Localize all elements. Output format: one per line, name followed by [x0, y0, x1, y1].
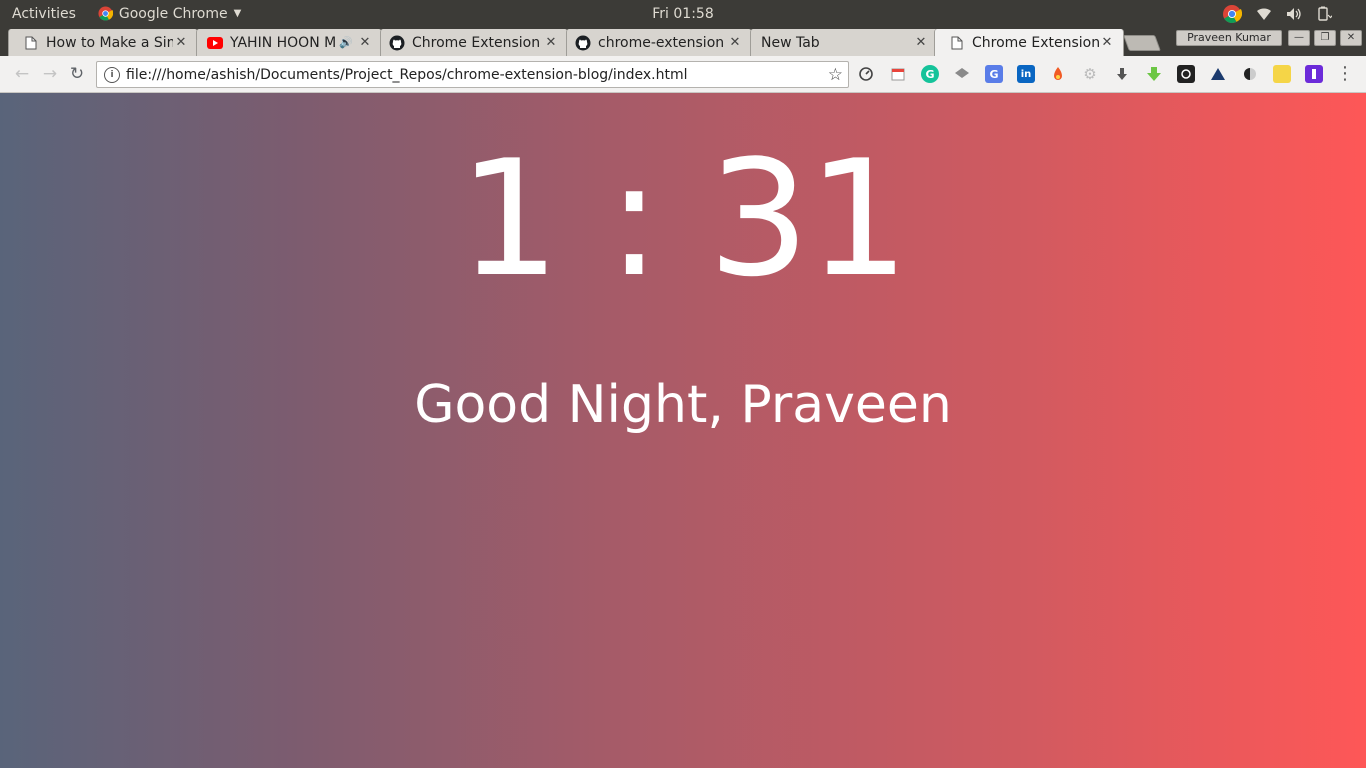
greeting-text: Good Night, Praveen — [414, 375, 952, 435]
tab-close-icon[interactable]: ✕ — [173, 35, 189, 50]
tab-chrome-extension-active[interactable]: Chrome Extension ✕ — [934, 29, 1124, 56]
wifi-icon[interactable] — [1256, 7, 1272, 21]
info-icon[interactable]: i — [104, 66, 120, 83]
calendar-icon[interactable] — [889, 65, 907, 83]
tab-close-icon[interactable]: ✕ — [913, 35, 929, 50]
tab-strip: How to Make a Sim ✕ YAHIN HOON M 🔊 ✕ Chr… — [0, 27, 1366, 56]
sticky-note-icon[interactable] — [1273, 65, 1291, 83]
google-translate-icon[interactable]: G — [985, 65, 1003, 83]
reload-icon[interactable]: ↻ — [67, 64, 87, 84]
tab-title: chrome-extension — [598, 34, 725, 51]
tab-close-icon[interactable]: ✕ — [357, 35, 373, 50]
chrome-tray-icon[interactable] — [1222, 4, 1242, 24]
chrome-menu-icon[interactable]: ⋮ — [1336, 64, 1354, 84]
page-content: 1 : 31 Good Night, Praveen — [0, 93, 1366, 768]
system-tray — [1222, 0, 1332, 27]
chrome-logo-icon — [98, 6, 113, 21]
app-menu-label: Google Chrome — [118, 5, 228, 22]
tab-title: Chrome Extension — [412, 34, 541, 51]
purple-bookmark-icon[interactable] — [1305, 65, 1323, 83]
speed-dial-icon[interactable] — [857, 65, 875, 83]
profile-button[interactable]: Praveen Kumar — [1176, 30, 1282, 46]
tab-title: Chrome Extension — [972, 34, 1099, 51]
url-text[interactable]: file:///home/ashish/Documents/Project_Re… — [126, 67, 828, 83]
linkedin-icon[interactable]: in — [1017, 65, 1035, 83]
tab-close-icon[interactable]: ✕ — [1099, 35, 1115, 50]
minimize-button[interactable]: — — [1288, 30, 1310, 46]
tab-chrome-extension-repo[interactable]: chrome-extension ✕ — [566, 29, 752, 56]
audio-playing-icon[interactable]: 🔊 — [339, 36, 353, 49]
close-window-button[interactable]: ✕ — [1340, 30, 1362, 46]
caret-down-icon: ▼ — [233, 8, 242, 19]
back-icon[interactable]: ← — [12, 64, 32, 84]
gear-extension-icon[interactable]: ⚙ — [1081, 65, 1099, 83]
forward-icon[interactable]: → — [40, 64, 60, 84]
tab-close-icon[interactable]: ✕ — [543, 35, 559, 50]
tab-new-tab[interactable]: New Tab ✕ — [750, 29, 938, 56]
grammarly-icon[interactable]: G — [921, 65, 939, 83]
fire-icon[interactable] — [1049, 65, 1067, 83]
tab-close-icon[interactable]: ✕ — [727, 35, 743, 50]
browser-toolbar: ← → ↻ i file:///home/ashish/Documents/Pr… — [0, 56, 1366, 93]
power-menu-icon[interactable] — [1316, 6, 1332, 22]
maximize-button[interactable]: ❐ — [1314, 30, 1336, 46]
tab-title: New Tab — [761, 34, 820, 51]
bookmark-star-icon[interactable]: ☆ — [828, 65, 843, 85]
tab-chrome-extension-github[interactable]: Chrome Extension ✕ — [380, 29, 568, 56]
app-menu[interactable]: Google Chrome ▼ — [98, 6, 241, 22]
tab-how-to-make[interactable]: How to Make a Sim ✕ — [8, 29, 198, 56]
youtube-icon — [207, 35, 223, 51]
system-top-bar: Activities Google Chrome ▼ Fri 01:58 — [0, 0, 1366, 27]
tab-yahin-hoon[interactable]: YAHIN HOON M 🔊 ✕ — [196, 29, 382, 56]
github-icon — [389, 35, 405, 51]
clock-time: 1 : 31 — [458, 125, 909, 312]
activities-button[interactable]: Activities — [12, 6, 76, 22]
document-icon — [23, 35, 39, 51]
layers-icon[interactable] — [953, 65, 971, 83]
github-icon — [575, 35, 591, 51]
half-circle-icon[interactable] — [1241, 65, 1259, 83]
tab-title: How to Make a Sim — [46, 34, 173, 51]
dark-camera-icon[interactable] — [1177, 65, 1195, 83]
green-download-icon[interactable] — [1145, 65, 1163, 83]
new-tab-button[interactable] — [1123, 35, 1161, 51]
download-arrow-icon[interactable] — [1113, 65, 1131, 83]
volume-icon[interactable] — [1286, 7, 1302, 21]
triangle-icon[interactable] — [1209, 65, 1227, 83]
document-icon — [949, 35, 965, 51]
tab-title: YAHIN HOON M — [230, 34, 336, 51]
address-bar[interactable]: i file:///home/ashish/Documents/Project_… — [96, 61, 849, 88]
